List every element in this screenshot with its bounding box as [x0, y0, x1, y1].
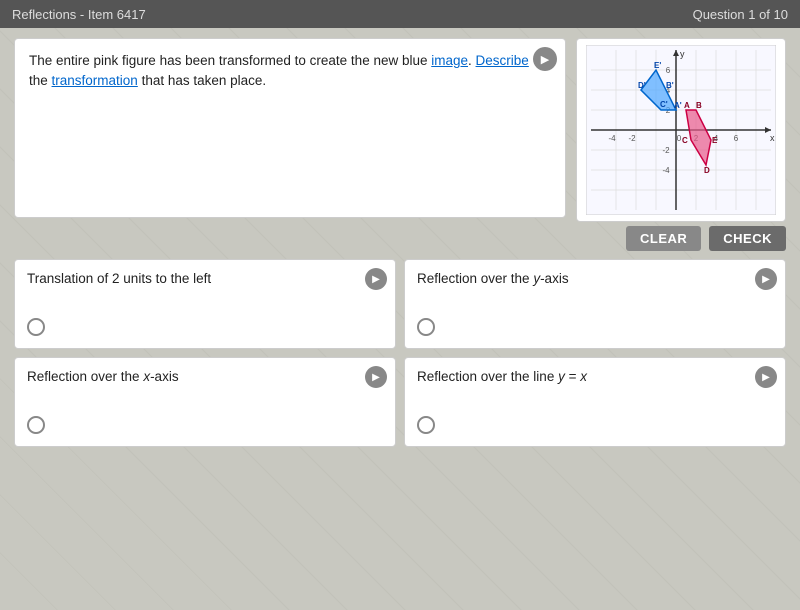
question-text: The entire pink figure has been transfor…	[29, 51, 551, 92]
question-box: ▶ The entire pink figure has been transf…	[14, 38, 566, 218]
speaker-icon: ▶	[762, 372, 770, 383]
choice-d-label: Reflection over the line y = x	[417, 368, 617, 387]
svg-text:y: y	[680, 49, 685, 59]
top-row: ▶ The entire pink figure has been transf…	[14, 38, 786, 222]
svg-text:A: A	[684, 101, 690, 110]
svg-text:6: 6	[734, 134, 739, 143]
speaker-icon: ▶	[372, 372, 380, 383]
choice-card-a: ▶ Translation of 2 units to the left	[14, 259, 396, 349]
describe-link[interactable]: Describe	[476, 53, 529, 68]
clear-button[interactable]: CLear	[626, 226, 701, 251]
header-right-title: Question 1 of 10	[693, 7, 788, 22]
choice-a-audio-button[interactable]: ▶	[365, 268, 387, 290]
speaker-icon: ▶	[541, 53, 549, 66]
graph-container: x y -4 -2 0 2 4 6 6 4 2 -2 -4	[576, 38, 786, 222]
choice-card-c: ▶ Reflection over the x-axis	[14, 357, 396, 447]
main-content: ▶ The entire pink figure has been transf…	[0, 28, 800, 457]
coordinate-graph: x y -4 -2 0 2 4 6 6 4 2 -2 -4	[586, 45, 776, 215]
choice-card-d: ▶ Reflection over the line y = x	[404, 357, 786, 447]
action-row: CLear CHeCK	[14, 226, 786, 251]
image-link[interactable]: image	[431, 53, 468, 68]
svg-text:C: C	[682, 136, 688, 145]
svg-text:B: B	[696, 101, 702, 110]
svg-text:A': A'	[674, 101, 682, 110]
choice-d-audio-button[interactable]: ▶	[755, 366, 777, 388]
svg-text:-4: -4	[662, 166, 670, 175]
svg-text:-4: -4	[608, 134, 616, 143]
svg-text:x: x	[770, 133, 775, 143]
svg-text:E: E	[712, 136, 718, 145]
svg-text:6: 6	[666, 66, 671, 75]
transformation-link[interactable]: transformation	[52, 73, 138, 88]
speaker-icon: ▶	[372, 274, 380, 285]
svg-text:-2: -2	[662, 146, 670, 155]
header: Reflections - Item 6417 Question 1 of 10	[0, 0, 800, 28]
svg-text:D': D'	[638, 81, 646, 90]
choice-b-radio[interactable]	[417, 318, 435, 336]
choices-grid: ▶ Translation of 2 units to the left ▶ R…	[14, 259, 786, 447]
check-button[interactable]: CHeCK	[709, 226, 786, 251]
question-audio-button[interactable]: ▶	[533, 47, 557, 71]
svg-text:C': C'	[660, 100, 668, 109]
choice-c-audio-button[interactable]: ▶	[365, 366, 387, 388]
choice-card-b: ▶ Reflection over the y-axis	[404, 259, 786, 349]
choice-b-audio-button[interactable]: ▶	[755, 268, 777, 290]
svg-text:B': B'	[666, 81, 674, 90]
choice-c-radio[interactable]	[27, 416, 45, 434]
choice-d-radio[interactable]	[417, 416, 435, 434]
svg-text:D: D	[704, 166, 710, 175]
svg-text:-2: -2	[628, 134, 636, 143]
choice-a-radio[interactable]	[27, 318, 45, 336]
speaker-icon: ▶	[762, 274, 770, 285]
svg-text:E': E'	[654, 61, 661, 70]
choice-c-label: Reflection over the x-axis	[27, 368, 209, 387]
choice-b-label: Reflection over the y-axis	[417, 270, 599, 289]
header-left-title: Reflections - Item 6417	[12, 7, 146, 22]
choice-a-label: Translation of 2 units to the left	[27, 270, 241, 289]
